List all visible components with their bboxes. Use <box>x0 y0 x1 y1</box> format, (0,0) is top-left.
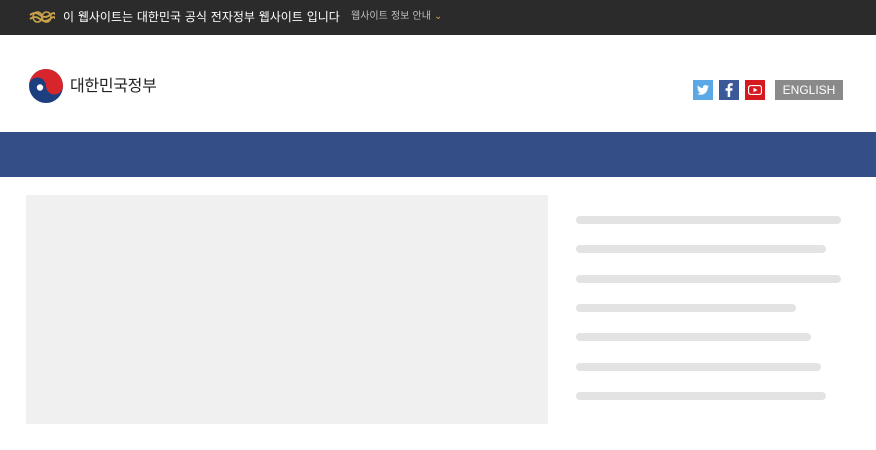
content-image-placeholder <box>26 195 548 424</box>
skeleton-line <box>576 304 796 312</box>
top-notice-bar: 이 웹사이트는 대한민국 공식 전자정부 웹사이트 입니다 웹사이트 정보 안내… <box>0 0 876 35</box>
skeleton-line <box>576 333 811 341</box>
skeleton-line <box>576 363 821 371</box>
twitter-icon[interactable] <box>693 80 713 100</box>
main-nav-bar <box>0 132 876 177</box>
official-site-notice: 이 웹사이트는 대한민국 공식 전자정부 웹사이트 입니다 <box>63 10 340 24</box>
english-button[interactable]: ENGLISH <box>775 80 843 100</box>
eg-emblem-icon <box>29 11 55 23</box>
taegeuk-logo-icon[interactable] <box>28 68 64 104</box>
site-header: 대한민국정부 ENGLISH <box>0 35 876 132</box>
facebook-icon[interactable] <box>719 80 739 100</box>
site-info-link[interactable]: 웹사이트 정보 안내 ⌄ <box>351 10 442 24</box>
skeleton-line <box>576 392 826 400</box>
site-info-label: 웹사이트 정보 안내 <box>351 11 431 22</box>
youtube-icon[interactable] <box>745 80 765 100</box>
skeleton-line <box>576 245 826 253</box>
skeleton-line <box>576 216 841 224</box>
chevron-down-icon: ⌄ <box>433 11 443 22</box>
skeleton-line <box>576 275 841 283</box>
government-logo-text[interactable]: 대한민국정부 <box>70 76 157 96</box>
